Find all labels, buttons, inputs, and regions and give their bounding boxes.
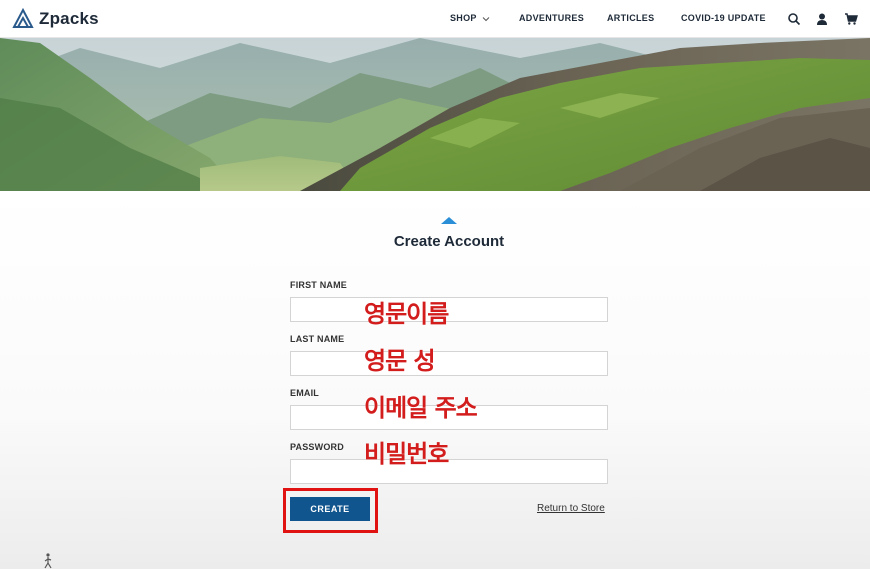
site-header: Zpacks SHOP ADVENTURES ARTICLES COVID-19…: [0, 0, 870, 38]
brand-name: Zpacks: [39, 9, 99, 28]
last-name-label: LAST NAME: [290, 334, 345, 344]
zpacks-logo-icon: [12, 8, 34, 28]
password-annotation: 비밀번호: [364, 440, 449, 468]
nav-shop-label: SHOP: [450, 13, 477, 23]
nav-adventures[interactable]: ADVENTURES: [519, 13, 584, 23]
first-name-label: FIRST NAME: [290, 280, 347, 290]
triangle-icon: [441, 217, 457, 224]
password-field[interactable]: [290, 459, 608, 484]
chevron-down-icon: [483, 16, 490, 21]
password-label: PASSWORD: [290, 442, 344, 452]
search-icon[interactable]: [787, 12, 801, 26]
last-name-annotation: 영문 성: [364, 347, 436, 375]
cart-icon[interactable]: [844, 12, 858, 26]
hero-mountain-image: [0, 38, 870, 191]
account-icon[interactable]: [815, 12, 829, 26]
nav-covid-update[interactable]: COVID-19 UPDATE: [681, 13, 766, 23]
first-name-field[interactable]: [290, 297, 608, 322]
first-name-annotation: 영문이름: [364, 300, 449, 328]
return-to-store-link[interactable]: Return to Store: [537, 503, 605, 514]
email-label: EMAIL: [290, 388, 319, 398]
nav-shop[interactable]: SHOP: [450, 13, 490, 23]
hiker-icon: [44, 553, 52, 569]
logo[interactable]: Zpacks: [12, 8, 99, 30]
last-name-field[interactable]: [290, 351, 608, 376]
create-button[interactable]: CREATE: [290, 497, 370, 521]
page-title: Create Account: [393, 233, 505, 250]
nav-articles[interactable]: ARTICLES: [607, 13, 654, 23]
email-annotation: 이메일 주소: [364, 394, 478, 422]
